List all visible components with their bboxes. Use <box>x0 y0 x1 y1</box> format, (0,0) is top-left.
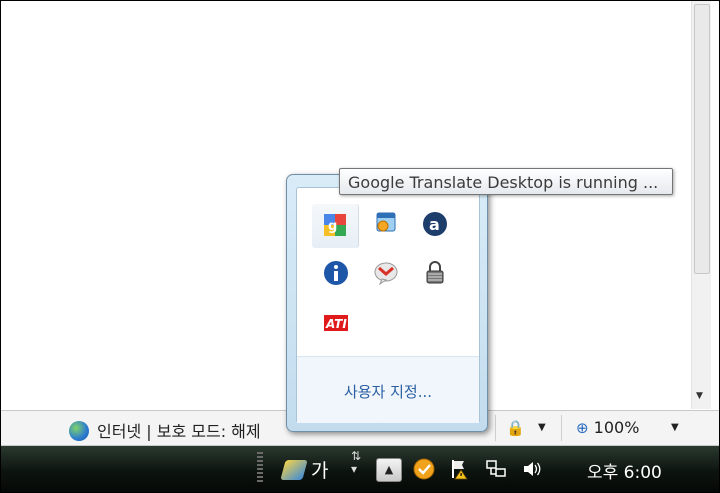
magnifier-icon: ⊕ <box>576 419 589 437</box>
google-translate-icon[interactable]: g <box>322 212 348 238</box>
scroll-down-arrow-icon[interactable]: ▼ <box>696 391 703 401</box>
vertical-scrollbar[interactable]: ▼ <box>691 1 711 409</box>
svg-text:g: g <box>328 219 337 234</box>
show-hidden-icons-button[interactable]: ▲ <box>376 458 402 482</box>
chevron-down-icon[interactable]: ▼ <box>538 422 546 433</box>
amazon-icon[interactable]: a <box>422 211 448 237</box>
network-icon[interactable] <box>485 458 507 480</box>
status-divider <box>495 415 496 441</box>
zoom-control[interactable]: ⊕ 100% <box>576 418 639 437</box>
tray-icon-tooltip: Google Translate Desktop is running ... <box>339 168 673 195</box>
svg-text:a: a <box>429 215 440 234</box>
padlock-icon[interactable] <box>422 260 448 286</box>
scrollbar-thumb[interactable] <box>694 4 710 274</box>
gmail-notifier-icon[interactable] <box>373 260 399 286</box>
internet-globe-icon <box>69 421 89 441</box>
info-icon[interactable] <box>323 260 349 286</box>
customize-link[interactable]: 사용자 지정... <box>297 381 479 402</box>
ime-tool-icon <box>280 460 308 480</box>
popup-footer: 사용자 지정... <box>297 356 479 423</box>
zone-text: 인터넷 | 보호 모드: 해제 <box>97 422 261 441</box>
security-zone[interactable]: 인터넷 | 보호 모드: 해제 <box>69 418 261 442</box>
svg-text:ATI: ATI <box>325 317 347 331</box>
notification-overflow-popup: g a ATI 사용자 지정... <box>286 174 488 432</box>
taskbar-grip[interactable] <box>257 452 263 484</box>
taskbar: 가 ⇅ ▾ ▲ 오후 6:00 <box>1 446 719 492</box>
language-bar-options-icon[interactable]: ⇅ ▾ <box>351 450 361 476</box>
ime-char: 가 <box>311 460 329 482</box>
clock[interactable]: 오후 6:00 <box>587 458 662 483</box>
popup-icon-area: g a ATI 사용자 지정... <box>296 187 480 423</box>
action-center-flag-icon[interactable] <box>449 458 471 480</box>
ati-icon[interactable]: ATI <box>323 310 349 336</box>
status-divider <box>561 415 562 441</box>
ime-indicator[interactable]: 가 <box>280 456 329 483</box>
volume-icon[interactable] <box>521 458 543 480</box>
protected-mode-lock-icon[interactable]: 🔒 <box>506 419 525 437</box>
notification-app-icon[interactable] <box>413 458 435 480</box>
zoom-dropdown-chevron-icon[interactable]: ▼ <box>671 422 679 433</box>
zoom-label: 100% <box>593 418 640 437</box>
outlook-calendar-icon[interactable] <box>373 210 399 236</box>
